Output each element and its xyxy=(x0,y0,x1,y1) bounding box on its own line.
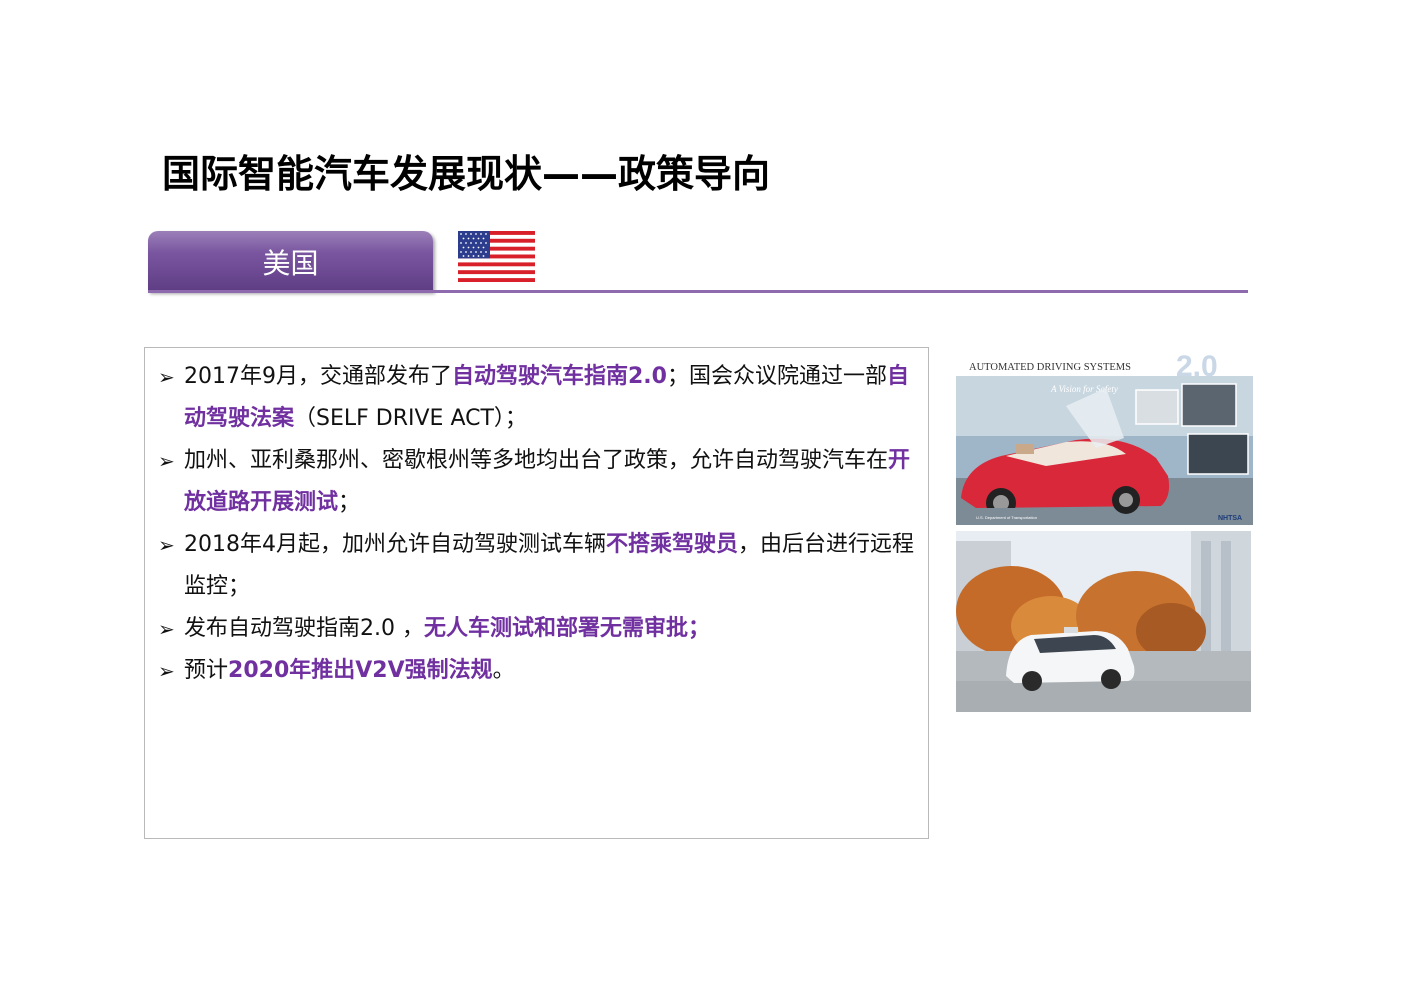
autonomous-van-photo xyxy=(956,531,1251,712)
bullet-segment: 加州、亚利桑那州、密歇根州等多地均出台了政策，允许自动驾驶汽车在 xyxy=(184,448,889,473)
bullet-segment: 发布自动驾驶指南2.0 ， xyxy=(184,616,424,641)
bullet-text: 加州、亚利桑那州、密歇根州等多地均出台了政策，允许自动驾驶汽车在开放道路开展测试… xyxy=(184,440,923,524)
bullet-text: 2018年4月起，加州允许自动驾驶测试车辆不搭乘驾驶员，由后台进行远程监控； xyxy=(184,524,923,608)
bullet-text: 发布自动驾驶指南2.0 ，无人车测试和部署无需审批； xyxy=(184,608,923,650)
bullet-text: 2017年9月，交通部发布了自动驾驶汽车指南2.0；国会众议院通过一部自动驾驶法… xyxy=(184,356,923,440)
list-item: ➢ 发布自动驾驶指南2.0 ，无人车测试和部署无需审批； xyxy=(158,608,923,650)
cover-subtitle: A Vision for Safety xyxy=(1050,384,1118,394)
bullet-segment: 。 xyxy=(492,658,515,683)
arrow-bullet-icon: ➢ xyxy=(158,533,175,557)
bullet-segment: （SELF DRIVE ACT）； xyxy=(294,406,527,431)
bullet-highlight: 自动驾驶汽车指南2.0 xyxy=(452,364,667,389)
bullet-segment: 2017年9月，交通部发布了 xyxy=(184,364,452,389)
bullet-segment: ；国会众议院通过一部 xyxy=(666,364,887,389)
country-tab[interactable]: 美国 xyxy=(148,231,433,292)
list-item: ➢ 加州、亚利桑那州、密歇根州等多地均出台了政策，允许自动驾驶汽车在开放道路开展… xyxy=(158,440,923,524)
page-title: 国际智能汽车发展现状——政策导向 xyxy=(162,152,771,196)
cover-heading: AUTOMATED DRIVING SYSTEMS xyxy=(969,362,1131,373)
bullet-segment: 预计 xyxy=(184,658,229,683)
bullet-segment: ； xyxy=(338,490,361,515)
cover-version: 2.0 xyxy=(1176,350,1218,383)
list-item: ➢ 预计2020年推出V2V强制法规。 xyxy=(158,650,923,692)
us-flag-icon xyxy=(458,231,535,282)
arrow-bullet-icon: ➢ xyxy=(158,659,175,683)
policy-bullet-list: ➢ 2017年9月，交通部发布了自动驾驶汽车指南2.0；国会众议院通过一部自动驾… xyxy=(158,356,923,692)
cover-footer-left: U.S. Department of Transportation xyxy=(976,515,1037,520)
country-tab-label: 美国 xyxy=(262,246,319,280)
list-item: ➢ 2017年9月，交通部发布了自动驾驶汽车指南2.0；国会众议院通过一部自动驾… xyxy=(158,356,923,440)
arrow-bullet-icon: ➢ xyxy=(158,449,175,473)
arrow-bullet-icon: ➢ xyxy=(158,617,175,641)
list-item: ➢ 2018年4月起，加州允许自动驾驶测试车辆不搭乘驾驶员，由后台进行远程监控； xyxy=(158,524,923,608)
cover-footer-right: NHTSA xyxy=(1218,515,1242,522)
bullet-highlight: 2020年推出V2V强制法规 xyxy=(228,658,493,683)
bullet-highlight: 不搭乘驾驶员 xyxy=(606,532,739,557)
ads-guideline-cover-image: AUTOMATED DRIVING SYSTEMS 2.0 A Vision f… xyxy=(956,348,1253,525)
tab-underline xyxy=(148,290,1248,293)
bullet-highlight: 无人车测试和部署无需审批； xyxy=(423,616,710,641)
bullet-segment: 2018年4月起，加州允许自动驾驶测试车辆 xyxy=(184,532,606,557)
bullet-text: 预计2020年推出V2V强制法规。 xyxy=(184,650,923,692)
arrow-bullet-icon: ➢ xyxy=(158,365,175,389)
